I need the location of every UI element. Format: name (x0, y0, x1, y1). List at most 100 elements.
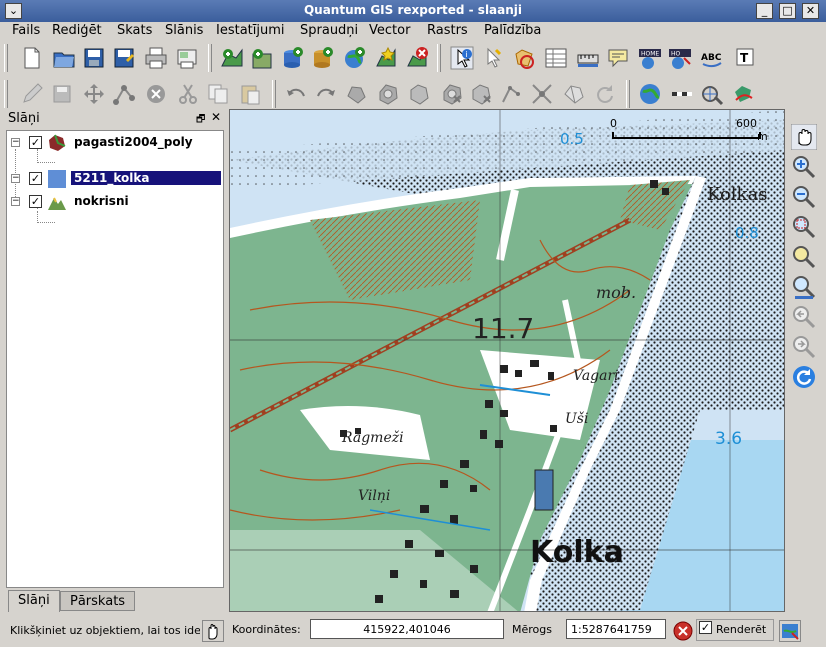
menu-fails[interactable]: Fails (12, 23, 40, 38)
layer-item[interactable]: − ✓ pagasti2004_poly (7, 133, 223, 153)
undo-icon[interactable] (284, 82, 308, 106)
delete-selected-icon[interactable] (144, 82, 168, 106)
add-spatialite-layer-icon[interactable] (310, 46, 334, 70)
attribute-table-icon[interactable] (544, 46, 568, 70)
scale-start: 0 (610, 117, 617, 130)
menu-rediget[interactable]: Rediģēt (52, 23, 102, 38)
scale-unit: m (757, 130, 768, 143)
svg-text:HO: HO (671, 51, 681, 58)
identify-icon[interactable]: i (450, 46, 474, 70)
gps-tools-icon[interactable] (732, 82, 756, 106)
labeling-icon[interactable]: ABC (700, 46, 724, 70)
north-arrow-icon[interactable] (700, 82, 724, 106)
collapse-toggle[interactable]: − (11, 174, 20, 183)
merge-features-icon[interactable] (562, 82, 586, 106)
layer-visibility-checkbox[interactable]: ✓ (29, 136, 42, 149)
cut-features-icon[interactable] (176, 82, 200, 106)
collapse-toggle[interactable]: − (11, 138, 20, 147)
delete-part-icon[interactable] (470, 82, 494, 106)
close-panel-button[interactable]: ✕ (211, 110, 221, 124)
render-checkbox[interactable]: ✓ (699, 621, 712, 634)
reshape-features-icon[interactable] (500, 82, 524, 106)
delete-ring-icon[interactable] (440, 82, 464, 106)
layer-item-selected[interactable]: − ✓ 5211_kolka (7, 169, 223, 189)
scale-field[interactable]: 1:5287641759 (566, 619, 666, 639)
collapse-toggle[interactable]: − (11, 197, 20, 206)
toolbar-grip[interactable] (208, 44, 212, 72)
close-window-button[interactable]: ✕ (802, 3, 819, 19)
rotate-point-symbols-icon[interactable] (592, 82, 616, 106)
zoom-to-layer-icon[interactable] (791, 274, 817, 300)
save-as-icon[interactable] (112, 46, 136, 70)
save-project-icon[interactable] (82, 46, 106, 70)
remove-layer-icon[interactable] (405, 46, 429, 70)
toolbar-grip[interactable] (4, 80, 8, 108)
zoom-next-icon[interactable] (791, 334, 817, 360)
layer-tree[interactable]: − ✓ pagasti2004_poly − ✓ 5211_kolka − ✓ … (6, 130, 224, 588)
layer-visibility-checkbox[interactable]: ✓ (29, 195, 42, 208)
toolbar-grip[interactable] (626, 80, 630, 108)
add-ring-icon[interactable] (376, 82, 400, 106)
minimize-button[interactable]: _ (756, 3, 773, 19)
menu-spraudni[interactable]: Spraudņi (300, 23, 358, 38)
add-postgis-layer-icon[interactable] (280, 46, 304, 70)
text-annotation-icon[interactable]: T (734, 46, 758, 70)
toolbar-grip[interactable] (4, 44, 8, 72)
zoom-full-icon[interactable] (791, 214, 817, 240)
measure-line-icon[interactable] (576, 46, 600, 70)
deselect-icon[interactable] (512, 46, 536, 70)
home-bookmark-icon[interactable]: HOME (638, 46, 662, 70)
toolbar-grip[interactable] (272, 80, 276, 108)
copy-features-icon[interactable] (206, 82, 230, 106)
menu-vector[interactable]: Vector (369, 23, 410, 38)
georeferencer-icon[interactable] (638, 82, 662, 106)
add-raster-layer-icon[interactable] (250, 46, 274, 70)
redo-icon[interactable] (314, 82, 338, 106)
scale-bar-icon[interactable] (670, 82, 694, 106)
node-tool-icon[interactable] (112, 82, 136, 106)
zoom-out-icon[interactable] (791, 184, 817, 210)
menu-slanis[interactable]: Slānis (165, 23, 203, 38)
bookmark-icon[interactable]: HO (668, 46, 692, 70)
menu-palidziba[interactable]: Palīdzība (484, 23, 541, 38)
toggle-editing-icon[interactable] (20, 82, 44, 106)
refresh-icon[interactable] (791, 364, 817, 390)
paste-features-icon[interactable] (238, 82, 262, 106)
simplify-feature-icon[interactable] (344, 82, 368, 106)
layer-visibility-checkbox[interactable]: ✓ (29, 172, 42, 185)
coords-field[interactable]: 415922,401046 (310, 619, 504, 639)
new-project-icon[interactable] (20, 46, 44, 70)
map-label-depth: 0.8 (735, 224, 759, 242)
layer-item[interactable]: − ✓ nokrisni (7, 192, 223, 212)
new-vector-layer-icon[interactable] (374, 46, 398, 70)
move-feature-icon[interactable] (82, 82, 106, 106)
menu-rastrs[interactable]: Rastrs (427, 23, 468, 38)
print-composer-icon[interactable] (175, 46, 199, 70)
tab-overview[interactable]: Pārskats (60, 591, 136, 611)
add-part-icon[interactable] (408, 82, 432, 106)
map-canvas[interactable]: 0 600 m Kolkas Kolka 11.7 mob. Vagari Uš… (229, 109, 785, 612)
float-panel-button[interactable]: 🗗 (196, 112, 205, 129)
pan-icon[interactable] (790, 123, 818, 151)
identify-status-icon[interactable] (202, 620, 224, 642)
zoom-to-selection-icon[interactable] (791, 244, 817, 270)
tab-layers[interactable]: Slāņi (8, 590, 60, 612)
split-features-icon[interactable] (530, 82, 554, 106)
select-features-icon[interactable] (482, 46, 506, 70)
zoom-in-icon[interactable] (791, 154, 817, 180)
add-wms-layer-icon[interactable] (342, 46, 366, 70)
toolbar-grip[interactable] (437, 44, 441, 72)
menu-iestatijumi[interactable]: Iestatījumi (216, 23, 285, 38)
projection-icon[interactable] (779, 620, 801, 642)
open-project-icon[interactable] (52, 46, 76, 70)
add-vector-layer-icon[interactable] (220, 46, 244, 70)
scale-end: 600 (736, 117, 757, 130)
print-icon[interactable] (144, 46, 168, 70)
save-edits-icon[interactable] (50, 82, 74, 106)
map-tips-icon[interactable] (606, 46, 630, 70)
zoom-last-icon[interactable] (791, 304, 817, 330)
map-render[interactable]: 0 600 m Kolkas Kolka 11.7 mob. Vagari Uš… (230, 110, 785, 612)
stop-render-icon[interactable] (672, 620, 694, 642)
maximize-button[interactable]: □ (779, 3, 796, 19)
menu-skats[interactable]: Skats (117, 23, 152, 38)
